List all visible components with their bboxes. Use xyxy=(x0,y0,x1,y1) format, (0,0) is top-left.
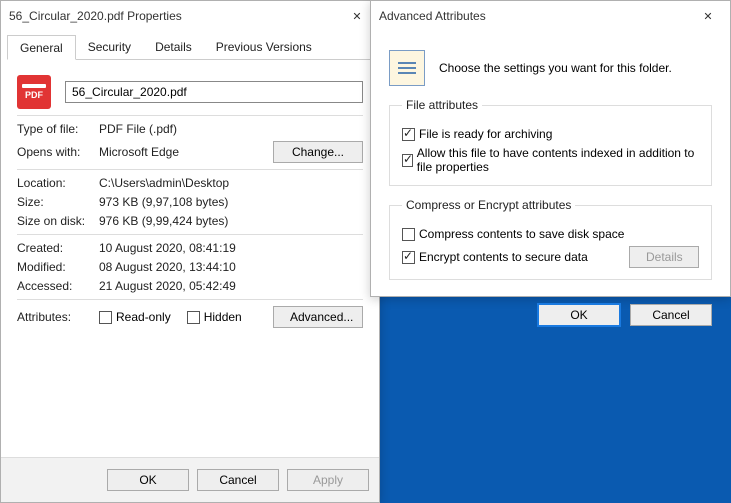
properties-body: PDF Type of file: PDF File (.pdf) Opens … xyxy=(1,60,379,328)
ready-for-archiving-checkbox[interactable]: File is ready for archiving xyxy=(402,127,699,141)
ready-label: File is ready for archiving xyxy=(419,127,552,141)
apply-button[interactable]: Apply xyxy=(287,469,369,491)
filename-input[interactable] xyxy=(65,81,363,103)
modified-value: 08 August 2020, 13:44:10 xyxy=(99,260,236,274)
change-button[interactable]: Change... xyxy=(273,141,363,163)
advanced-titlebar: Advanced Attributes xyxy=(371,1,730,31)
properties-tabs: General Security Details Previous Versio… xyxy=(7,35,373,60)
compress-label: Compress contents to save disk space xyxy=(419,227,624,241)
tab-general[interactable]: General xyxy=(7,35,76,60)
opens-with-label: Opens with: xyxy=(17,145,99,159)
file-attributes-legend: File attributes xyxy=(402,98,482,112)
encrypt-label: Encrypt contents to secure data xyxy=(419,250,588,264)
ok-button[interactable]: OK xyxy=(538,304,620,326)
cancel-button[interactable]: Cancel xyxy=(197,469,279,491)
readonly-checkbox[interactable]: Read-only xyxy=(99,310,171,324)
size-value: 973 KB (9,97,108 bytes) xyxy=(99,195,228,209)
ok-button[interactable]: OK xyxy=(107,469,189,491)
location-value: C:\Users\admin\Desktop xyxy=(99,176,229,190)
advanced-button-bar: OK Cancel xyxy=(371,290,730,340)
modified-label: Modified: xyxy=(17,260,99,274)
encrypt-checkbox[interactable]: Encrypt contents to secure data xyxy=(402,250,629,264)
advanced-intro: Choose the settings you want for this fo… xyxy=(439,61,672,75)
properties-window: 56_Circular_2020.pdf Properties General … xyxy=(0,0,380,503)
cancel-button[interactable]: Cancel xyxy=(630,304,712,326)
tab-previous-versions[interactable]: Previous Versions xyxy=(204,35,324,59)
tab-security[interactable]: Security xyxy=(76,35,143,59)
hidden-checkbox[interactable]: Hidden xyxy=(187,310,242,324)
advanced-body: Choose the settings you want for this fo… xyxy=(371,31,730,290)
close-icon[interactable] xyxy=(686,2,730,30)
accessed-value: 21 August 2020, 05:42:49 xyxy=(99,279,236,293)
properties-title: 56_Circular_2020.pdf Properties xyxy=(9,9,335,23)
advanced-attributes-window: Advanced Attributes Choose the settings … xyxy=(370,0,731,297)
size-on-disk-label: Size on disk: xyxy=(17,214,99,228)
created-label: Created: xyxy=(17,241,99,255)
file-attributes-group: File attributes File is ready for archiv… xyxy=(389,98,712,186)
size-label: Size: xyxy=(17,195,99,209)
pdf-icon: PDF xyxy=(17,75,51,109)
advanced-title: Advanced Attributes xyxy=(379,9,686,23)
compress-encrypt-group: Compress or Encrypt attributes Compress … xyxy=(389,198,712,280)
readonly-label: Read-only xyxy=(116,310,171,324)
location-label: Location: xyxy=(17,176,99,190)
properties-titlebar: 56_Circular_2020.pdf Properties xyxy=(1,1,379,31)
size-on-disk-value: 976 KB (9,99,424 bytes) xyxy=(99,214,228,228)
type-value: PDF File (.pdf) xyxy=(99,122,177,136)
advanced-button[interactable]: Advanced... xyxy=(273,306,363,328)
details-button[interactable]: Details xyxy=(629,246,699,268)
allow-indexing-checkbox[interactable]: Allow this file to have contents indexed… xyxy=(402,146,699,174)
index-label: Allow this file to have contents indexed… xyxy=(417,146,699,174)
compress-checkbox[interactable]: Compress contents to save disk space xyxy=(402,227,699,241)
attributes-label: Attributes: xyxy=(17,310,99,324)
created-value: 10 August 2020, 08:41:19 xyxy=(99,241,236,255)
type-label: Type of file: xyxy=(17,122,99,136)
properties-button-bar: OK Cancel Apply xyxy=(1,457,379,502)
hidden-label: Hidden xyxy=(204,310,242,324)
opens-with-value: Microsoft Edge xyxy=(99,145,273,159)
accessed-label: Accessed: xyxy=(17,279,99,293)
attributes-icon xyxy=(389,50,425,86)
tab-details[interactable]: Details xyxy=(143,35,204,59)
compress-encrypt-legend: Compress or Encrypt attributes xyxy=(402,198,575,212)
